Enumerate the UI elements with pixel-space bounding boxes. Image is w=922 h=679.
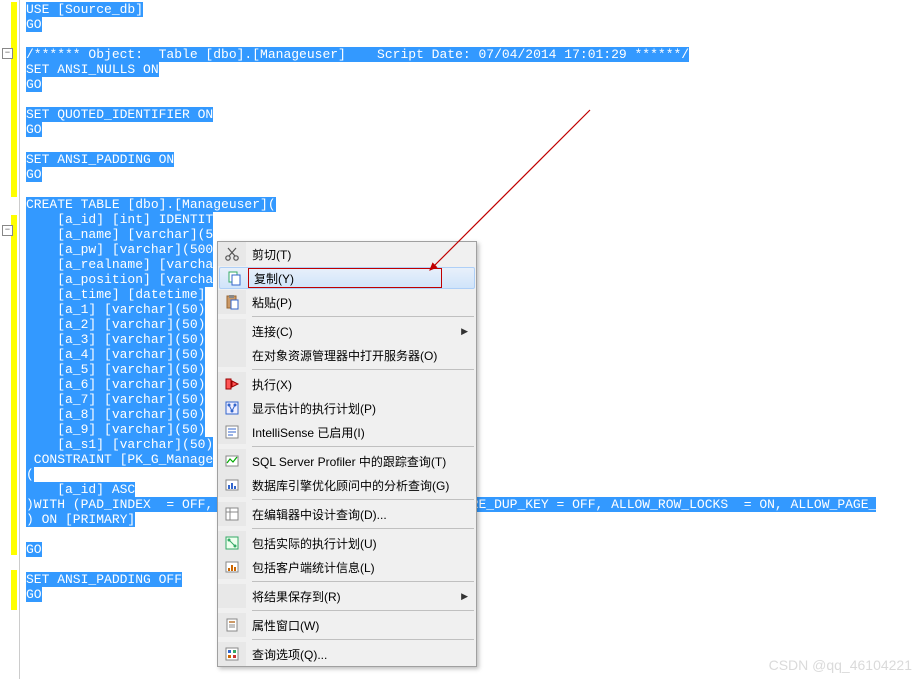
properties-icon	[218, 613, 246, 637]
plan-icon	[218, 396, 246, 420]
menu-item[interactable]: IntelliSense 已启用(I)	[218, 420, 476, 444]
menu-item[interactable]: 属性窗口(W)	[218, 613, 476, 637]
paste-icon	[218, 290, 246, 314]
options-icon	[218, 642, 246, 666]
menu-item[interactable]: 显示估计的执行计划(P)	[218, 396, 476, 420]
menu-label: IntelliSense 已启用(I)	[252, 424, 468, 441]
code-line: GO	[26, 167, 916, 182]
menu-label: 执行(X)	[252, 376, 468, 393]
advisor-icon	[218, 473, 246, 497]
code-line: [a_id] [int] IDENTIT	[26, 212, 916, 227]
fold-toggle[interactable]	[2, 48, 13, 59]
menu-label: 连接(C)	[252, 323, 461, 340]
menu-separator	[252, 581, 474, 582]
blank-icon	[218, 319, 246, 343]
submenu-arrow-icon: ▶	[461, 591, 468, 602]
cut-icon	[218, 242, 246, 266]
menu-separator	[252, 369, 474, 370]
code-line: GO	[26, 122, 916, 137]
copy-icon	[220, 268, 248, 288]
menu-separator	[252, 610, 474, 611]
menu-separator	[252, 316, 474, 317]
menu-label: 数据库引擎优化顾问中的分析查询(G)	[252, 477, 468, 494]
code-line: CREATE TABLE [dbo].[Manageuser](	[26, 197, 916, 212]
blank-icon	[218, 584, 246, 608]
fold-toggle[interactable]	[2, 225, 13, 236]
menu-label: 在对象资源管理器中打开服务器(O)	[252, 347, 468, 364]
stats-icon	[218, 555, 246, 579]
menu-label: 包括实际的执行计划(U)	[252, 535, 468, 552]
code-line	[26, 182, 916, 197]
menu-item[interactable]: 包括客户端统计信息(L)	[218, 555, 476, 579]
menu-item[interactable]: 在编辑器中设计查询(D)...	[218, 502, 476, 526]
context-menu: 剪切(T)复制(Y)粘贴(P)连接(C)▶在对象资源管理器中打开服务器(O)执行…	[217, 241, 477, 667]
menu-item[interactable]: 将结果保存到(R)▶	[218, 584, 476, 608]
intellisense-icon	[218, 420, 246, 444]
code-line: GO	[26, 77, 916, 92]
execute-icon	[218, 372, 246, 396]
code-line: /****** Object: Table [dbo].[Manageuser]…	[26, 47, 916, 62]
submenu-arrow-icon: ▶	[461, 326, 468, 337]
menu-label: 粘贴(P)	[252, 294, 468, 311]
profiler-icon	[218, 449, 246, 473]
actualplan-icon	[218, 531, 246, 555]
menu-item[interactable]: 复制(Y)	[219, 267, 475, 289]
menu-label: 显示估计的执行计划(P)	[252, 400, 468, 417]
menu-label: 在编辑器中设计查询(D)...	[252, 506, 468, 523]
code-line	[26, 137, 916, 152]
menu-label: 将结果保存到(R)	[252, 588, 461, 605]
menu-separator	[252, 639, 474, 640]
code-line: SET QUOTED_IDENTIFIER ON	[26, 107, 916, 122]
code-line: [a_name] [varchar](5	[26, 227, 916, 242]
menu-label: 查询选项(Q)...	[252, 646, 468, 663]
menu-separator	[252, 499, 474, 500]
menu-label: SQL Server Profiler 中的跟踪查询(T)	[252, 453, 468, 470]
code-line: GO	[26, 17, 916, 32]
menu-label: 复制(Y)	[254, 270, 466, 287]
menu-item[interactable]: 执行(X)	[218, 372, 476, 396]
watermark: CSDN @qq_46104221	[769, 657, 912, 673]
menu-separator	[252, 528, 474, 529]
menu-item[interactable]: 包括实际的执行计划(U)	[218, 531, 476, 555]
code-line: SET ANSI_NULLS ON	[26, 62, 916, 77]
code-line	[26, 32, 916, 47]
change-marker	[11, 215, 17, 555]
change-marker	[11, 570, 17, 610]
code-line: SET ANSI_PADDING ON	[26, 152, 916, 167]
menu-item[interactable]: 剪切(T)	[218, 242, 476, 266]
menu-item[interactable]: SQL Server Profiler 中的跟踪查询(T)	[218, 449, 476, 473]
code-line: USE [Source_db]	[26, 2, 916, 17]
menu-item[interactable]: 数据库引擎优化顾问中的分析查询(G)	[218, 473, 476, 497]
menu-item[interactable]: 粘贴(P)	[218, 290, 476, 314]
menu-separator	[252, 446, 474, 447]
menu-label: 包括客户端统计信息(L)	[252, 559, 468, 576]
code-line	[26, 92, 916, 107]
menu-label: 剪切(T)	[252, 246, 468, 263]
editor-gutter	[0, 0, 20, 679]
change-marker	[11, 2, 17, 197]
menu-item[interactable]: 查询选项(Q)...	[218, 642, 476, 666]
blank-icon	[218, 343, 246, 367]
menu-item[interactable]: 连接(C)▶	[218, 319, 476, 343]
menu-item[interactable]: 在对象资源管理器中打开服务器(O)	[218, 343, 476, 367]
menu-label: 属性窗口(W)	[252, 617, 468, 634]
design-icon	[218, 502, 246, 526]
